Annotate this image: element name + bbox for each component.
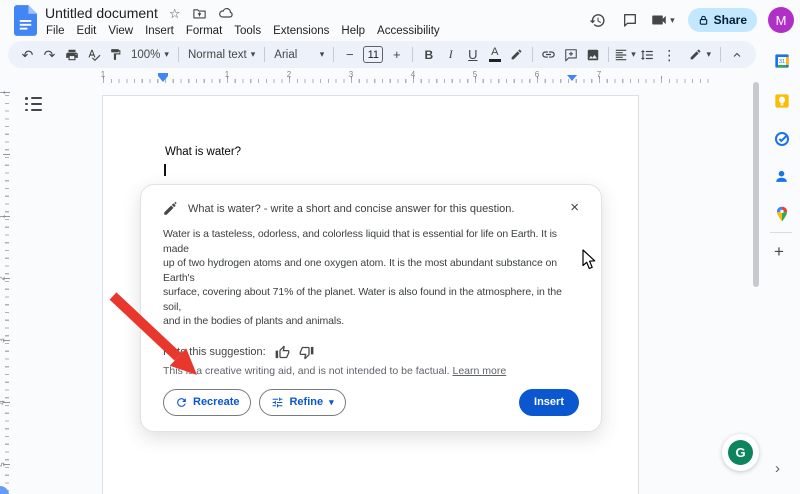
share-button[interactable]: Share — [688, 8, 757, 32]
grammarly-button[interactable]: G — [722, 434, 759, 471]
thumbs-down-icon[interactable] — [299, 345, 314, 360]
highlight-color-icon[interactable] — [506, 44, 527, 66]
collapse-toolbar-icon[interactable] — [726, 44, 747, 66]
menu-tools[interactable]: Tools — [228, 23, 267, 39]
contacts-icon[interactable] — [773, 168, 790, 185]
insert-link-icon[interactable] — [538, 44, 559, 66]
tasks-icon[interactable] — [773, 130, 790, 147]
menu-view[interactable]: View — [102, 23, 139, 39]
toolbar: ↶ ↷ 100%▾ Normal text▾ Arial▾ − 11 + B I… — [8, 41, 756, 68]
chevron-down-icon: ▾ — [329, 398, 334, 407]
undo-icon[interactable]: ↶ — [17, 44, 38, 66]
insert-image-icon[interactable] — [582, 44, 603, 66]
hide-panel-icon[interactable]: › — [775, 460, 780, 477]
version-history-icon[interactable] — [584, 7, 610, 33]
side-panel-divider — [770, 232, 792, 233]
refresh-icon — [175, 396, 188, 409]
docs-logo-icon[interactable] — [14, 5, 37, 36]
print-icon[interactable] — [61, 44, 82, 66]
chevron-down-icon[interactable]: ▾ — [670, 16, 675, 25]
right-indent-marker[interactable] — [567, 75, 577, 81]
paint-format-icon[interactable] — [105, 44, 126, 66]
more-options-icon[interactable]: ⋮ — [659, 44, 680, 66]
insert-button[interactable]: Insert — [519, 389, 579, 416]
grammarly-icon: G — [728, 440, 753, 465]
menu-extensions[interactable]: Extensions — [267, 23, 335, 39]
ai-generated-text: Water is a tasteless, odorless, and colo… — [163, 227, 579, 329]
menu-accessibility[interactable]: Accessibility — [371, 23, 446, 39]
comments-icon[interactable] — [617, 7, 643, 33]
italic-icon[interactable]: I — [440, 44, 461, 66]
star-icon[interactable]: ☆ — [169, 7, 181, 20]
vertical-scrollbar[interactable] — [753, 82, 759, 287]
decrease-font-icon[interactable]: − — [339, 44, 360, 66]
svg-text:31: 31 — [778, 59, 784, 65]
menu-edit[interactable]: Edit — [71, 23, 103, 39]
thumbs-up-icon[interactable] — [275, 345, 290, 360]
document-text[interactable]: What is water? — [165, 146, 241, 158]
paragraph-style-select[interactable]: Normal text▾ — [184, 49, 259, 61]
keep-icon[interactable] — [773, 92, 790, 109]
align-left-icon[interactable]: ▾ — [614, 44, 636, 66]
learn-more-link[interactable]: Learn more — [453, 365, 507, 377]
line-spacing-icon[interactable] — [637, 44, 658, 66]
calendar-icon[interactable]: 31 — [773, 52, 790, 69]
move-folder-icon[interactable] — [192, 6, 207, 21]
cloud-saved-icon[interactable] — [218, 5, 234, 21]
menu-insert[interactable]: Insert — [139, 23, 180, 39]
menu-format[interactable]: Format — [180, 23, 228, 39]
underline-icon[interactable]: U — [462, 44, 483, 66]
rate-label: Rate this suggestion: — [163, 346, 266, 358]
menu-help[interactable]: Help — [335, 23, 371, 39]
editing-mode-button[interactable]: ▾ — [685, 44, 715, 66]
menu-bar: File Edit View Insert Format Tools Exten… — [40, 23, 446, 39]
document-outline-icon[interactable] — [24, 95, 44, 113]
top-bar: Untitled document ☆ File Edit View Inser… — [0, 0, 800, 40]
zoom-select[interactable]: 100%▾ — [127, 49, 173, 61]
google-docs-window: Untitled document ☆ File Edit View Inser… — [0, 0, 800, 494]
maps-icon[interactable] — [773, 205, 790, 222]
refine-button[interactable]: Refine ▾ — [259, 389, 345, 416]
meet-button[interactable]: ▾ — [650, 11, 675, 29]
account-avatar[interactable]: M — [768, 7, 794, 33]
spellcheck-icon[interactable] — [83, 44, 104, 66]
font-select[interactable]: Arial▾ — [270, 49, 328, 61]
ai-prompt-text: What is water? - write a short and conci… — [188, 203, 560, 215]
tune-icon — [271, 396, 284, 409]
add-addon-icon[interactable]: + — [774, 242, 784, 262]
text-color-icon[interactable]: A — [484, 44, 505, 66]
text-cursor — [164, 164, 166, 176]
close-icon[interactable]: × — [570, 200, 579, 215]
increase-font-icon[interactable]: + — [386, 44, 407, 66]
add-comment-icon[interactable] — [560, 44, 581, 66]
recreate-button[interactable]: Recreate — [163, 389, 251, 416]
lock-icon — [698, 15, 709, 26]
document-title[interactable]: Untitled document — [45, 5, 158, 21]
font-size-input[interactable]: 11 — [363, 46, 383, 63]
redo-icon[interactable]: ↷ — [39, 44, 60, 66]
menu-file[interactable]: File — [40, 23, 71, 39]
share-label: Share — [714, 13, 747, 27]
left-indent-marker[interactable] — [158, 73, 168, 82]
disclaimer-text: This is a creative writing aid, and is n… — [163, 365, 450, 377]
pen-spark-icon — [163, 201, 178, 216]
help-me-write-dialog: What is water? - write a short and conci… — [140, 184, 602, 432]
bold-icon[interactable]: B — [418, 44, 439, 66]
